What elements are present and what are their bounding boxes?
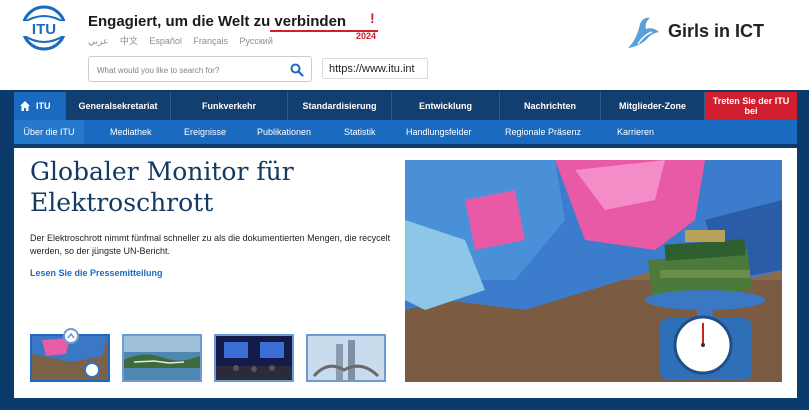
site-tagline: Engagiert, um die Welt zu verbinden — [88, 13, 347, 30]
subnav-item-karrieren[interactable]: Karrieren — [617, 120, 654, 144]
language-link-french[interactable]: Français — [193, 36, 228, 46]
nav-item-label: Treten Sie der ITU bei — [712, 96, 790, 116]
language-switcher: عربي 中文 Español Français Русский — [88, 34, 282, 47]
subnav-item-ereignisse[interactable]: Ereignisse — [184, 120, 226, 144]
subnav-item-publikationen[interactable]: Publikationen — [257, 120, 311, 144]
nav-item-nachrichten[interactable]: Nachrichten — [500, 92, 601, 120]
coastline-thumbnail-image — [124, 336, 200, 380]
sub-navigation: Über die ITU Mediathek Ereignisse Publik… — [14, 120, 797, 144]
ewaste-hero-image — [405, 160, 782, 382]
url-display: https://www.itu.int — [322, 58, 428, 79]
tagline-year: 2024 — [356, 31, 377, 41]
language-link-russian[interactable]: Русский — [239, 36, 272, 46]
nav-item-label: Mitglieder-Zone — [619, 101, 686, 111]
tagline-mark: ! — [370, 10, 375, 26]
carousel-thumbnail-conference[interactable] — [214, 334, 294, 382]
nav-item-join-itu[interactable]: Treten Sie der ITU bei — [705, 92, 797, 120]
carousel-thumbnail-coastline[interactable] — [122, 334, 202, 382]
subnav-item-handlungsfelder[interactable]: Handlungsfelder — [406, 120, 472, 144]
chevron-up-icon — [67, 332, 75, 339]
search-input[interactable] — [95, 61, 284, 79]
language-link-arabic[interactable]: عربي — [88, 36, 108, 46]
nav-item-label: Standardisierung — [302, 101, 377, 111]
search-icon[interactable] — [290, 63, 304, 77]
featured-story: Globaler Monitor für Elektroschrott Der … — [14, 148, 797, 398]
site-header: ITU Engagiert, um die Welt zu verbinden … — [0, 0, 809, 90]
girls-in-ict-label[interactable]: Girls in ICT — [668, 21, 764, 42]
subnav-item-ueber-die-itu[interactable]: Über die ITU — [14, 120, 84, 144]
nav-item-funkverkehr[interactable]: Funkverkehr — [171, 92, 288, 120]
nav-item-mitglieder-zone[interactable]: Mitglieder-Zone — [601, 92, 705, 120]
nav-item-label: Entwicklung — [418, 101, 472, 111]
press-release-link[interactable]: Lesen Sie die Pressemitteilung — [30, 268, 163, 278]
nav-item-label: Generalsekretariat — [78, 101, 158, 111]
active-slide-indicator — [63, 328, 79, 344]
home-icon — [20, 101, 30, 111]
svg-text:ITU: ITU — [32, 21, 56, 38]
conference-thumbnail-image — [216, 336, 292, 380]
girls-in-ict-logo-icon[interactable] — [624, 14, 662, 52]
subnav-item-regionale-praesenz[interactable]: Regionale Präsenz — [505, 120, 581, 144]
nav-item-generalsekretariat[interactable]: Generalsekretariat — [66, 92, 171, 120]
nav-item-entwicklung[interactable]: Entwicklung — [392, 92, 500, 120]
search-box — [88, 56, 312, 82]
nav-item-label: ITU — [36, 101, 51, 111]
language-link-chinese[interactable]: 中文 — [120, 36, 138, 46]
skyline-thumbnail-image — [308, 336, 384, 380]
nav-item-label: Nachrichten — [523, 101, 576, 111]
nav-item-standardisierung[interactable]: Standardisierung — [288, 92, 392, 120]
page-title: Globaler Monitor für Elektroschrott — [30, 157, 294, 217]
carousel-thumbnail-skyline[interactable] — [306, 334, 386, 382]
main-navigation: ITU Generalsekretariat Funkverkehr Stand… — [14, 92, 797, 120]
nav-item-itu-home[interactable]: ITU — [14, 92, 66, 120]
subnav-item-mediathek[interactable]: Mediathek — [110, 120, 152, 144]
story-summary: Der Elektroschrott nimmt fünfmal schnell… — [30, 233, 391, 256]
language-link-spanish[interactable]: Español — [149, 36, 182, 46]
hero-image[interactable] — [405, 160, 782, 382]
nav-item-label: Funkverkehr — [201, 101, 257, 111]
subnav-item-statistik[interactable]: Statistik — [344, 120, 376, 144]
itu-logo-icon[interactable]: ITU — [15, 5, 73, 51]
